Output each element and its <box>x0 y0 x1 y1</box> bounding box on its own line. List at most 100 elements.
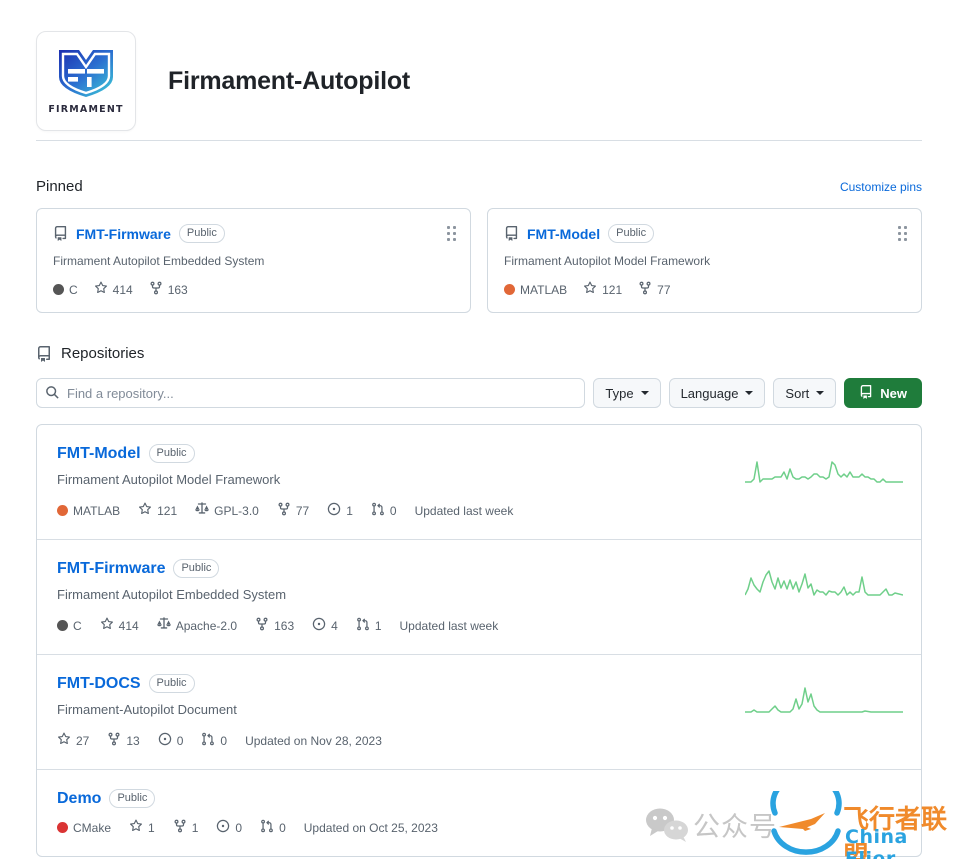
stars-meta[interactable]: 1 <box>129 819 155 836</box>
type-filter-button[interactable]: Type <box>593 378 661 408</box>
chevron-down-icon <box>640 391 649 395</box>
pulls-meta[interactable]: 0 <box>260 819 286 836</box>
fork-count: 13 <box>126 733 140 748</box>
language-label: C <box>69 282 78 297</box>
star-icon <box>100 617 114 634</box>
updated-time: Updated on Oct 25, 2023 <box>303 820 438 835</box>
law-scale-icon <box>195 502 210 519</box>
stars-meta[interactable]: 414 <box>94 281 133 298</box>
language-color-dot <box>504 284 515 295</box>
repository-info: FMT-Model Public Firmament Autopilot Mod… <box>57 444 745 519</box>
pinned-repo-link[interactable]: FMT-Firmware <box>76 226 171 242</box>
table-row[interactable]: Demo Public CMake 1 1 0 0 Updated on Oct… <box>37 769 921 856</box>
license-meta: Apache-2.0 <box>156 617 238 634</box>
repository-meta: MATLAB 121 GPL-3.0 77 1 0 Updated last w… <box>57 502 745 519</box>
table-row[interactable]: FMT-Firmware Public Firmament Autopilot … <box>37 539 921 654</box>
language-filter-button[interactable]: Language <box>668 378 766 408</box>
star-icon <box>138 502 152 519</box>
pinned-card-description: Firmament Autopilot Embedded System <box>53 254 265 268</box>
forks-meta[interactable]: 77 <box>638 281 671 298</box>
license-label: Apache-2.0 <box>175 618 238 633</box>
issue-count: 0 <box>235 820 243 835</box>
repository-description: Firmament Autopilot Embedded System <box>57 587 287 602</box>
law-scale-icon <box>156 617 171 634</box>
language-color-dot <box>57 505 68 516</box>
pinned-grid: FMT-Firmware Public Firmament Autopilot … <box>36 208 922 313</box>
forks-meta[interactable]: 77 <box>277 502 309 519</box>
pinned-card-meta: MATLAB 121 77 <box>504 281 905 298</box>
repository-link[interactable]: FMT-Model <box>57 445 141 463</box>
repositories-header: Repositories <box>36 345 922 362</box>
pinned-card[interactable]: FMT-Model Public Firmament Autopilot Mod… <box>487 208 922 313</box>
stars-meta[interactable]: 27 <box>57 732 89 749</box>
issue-count: 0 <box>176 733 184 748</box>
pulls-meta[interactable]: 0 <box>201 732 227 749</box>
issues-meta[interactable]: 0 <box>216 819 242 836</box>
language-color-dot <box>57 620 68 631</box>
forks-meta[interactable]: 1 <box>173 819 198 836</box>
repository-meta: 27 13 0 0 Updated on Nov 28, 2023 <box>57 732 745 749</box>
avatar-logo-word: FIRMAMENT <box>48 104 124 115</box>
forks-meta[interactable]: 13 <box>107 732 140 749</box>
repository-link[interactable]: FMT-DOCS <box>57 675 141 693</box>
avatar[interactable]: FIRMAMENT <box>36 31 136 131</box>
fork-icon <box>255 617 269 634</box>
pinned-card-title-row: FMT-Model Public <box>504 224 907 243</box>
profile-page: FIRMAMENT Firmament-Autopilot Pinned Cus… <box>0 0 958 859</box>
repository-title-row: Demo Public <box>57 789 745 808</box>
search-input[interactable] <box>36 378 586 408</box>
language-meta: MATLAB <box>504 283 567 297</box>
chevron-down-icon <box>745 391 754 395</box>
pinned-card-title-row: FMT-Firmware Public <box>53 224 456 243</box>
fork-count: 163 <box>274 618 295 633</box>
star-icon <box>583 281 597 298</box>
language-label: MATLAB <box>520 282 568 297</box>
forks-meta[interactable]: 163 <box>149 281 188 298</box>
visibility-badge: Public <box>109 789 156 808</box>
sort-filter-button[interactable]: Sort <box>773 378 837 408</box>
repo-icon <box>53 226 68 241</box>
star-count: 121 <box>602 282 623 297</box>
issue-count: 1 <box>346 503 353 518</box>
language-filter-label: Language <box>680 385 739 401</box>
repositories-filter-bar: Type Language Sort New <box>36 378 922 408</box>
chevron-down-icon <box>816 391 825 395</box>
header-divider <box>36 140 922 141</box>
visibility-badge: Public <box>608 224 655 243</box>
fork-count: 77 <box>657 282 671 297</box>
drag-handle-icon[interactable] <box>898 226 907 241</box>
pinned-card[interactable]: FMT-Firmware Public Firmament Autopilot … <box>36 208 471 313</box>
stars-meta[interactable]: 121 <box>583 281 622 298</box>
pinned-header: Pinned Customize pins <box>36 178 922 195</box>
table-row[interactable]: FMT-Model Public Firmament Autopilot Mod… <box>37 425 921 539</box>
pulls-meta[interactable]: 0 <box>371 502 397 519</box>
repository-link[interactable]: FMT-Firmware <box>57 560 165 578</box>
issues-meta[interactable]: 1 <box>327 502 353 519</box>
language-meta: CMake <box>57 821 111 835</box>
stars-meta[interactable]: 121 <box>138 502 177 519</box>
pulls-meta[interactable]: 1 <box>356 617 382 634</box>
repo-icon <box>36 345 52 362</box>
fork-icon <box>149 281 163 298</box>
issues-meta[interactable]: 4 <box>312 617 338 634</box>
stars-meta[interactable]: 414 <box>100 617 139 634</box>
table-row[interactable]: FMT-DOCS Public Firmament-Autopilot Docu… <box>37 654 921 769</box>
star-count: 121 <box>157 503 178 518</box>
new-repository-label: New <box>880 385 907 401</box>
repository-info: FMT-DOCS Public Firmament-Autopilot Docu… <box>57 674 745 749</box>
pull-count: 0 <box>389 503 397 518</box>
fork-icon <box>173 819 187 836</box>
language-color-dot <box>57 822 68 833</box>
issues-meta[interactable]: 0 <box>158 732 184 749</box>
repository-list: FMT-Model Public Firmament Autopilot Mod… <box>36 424 922 857</box>
new-repository-button[interactable]: New <box>844 378 922 408</box>
drag-handle-icon[interactable] <box>447 226 456 241</box>
commit-activity-sparkline <box>745 684 905 723</box>
forks-meta[interactable]: 163 <box>255 617 294 634</box>
repository-title-row: FMT-Firmware Public <box>57 559 745 578</box>
pinned-repo-link[interactable]: FMT-Model <box>527 226 600 242</box>
customize-pins-link[interactable]: Customize pins <box>840 180 922 194</box>
pinned-card-meta: C 414 163 <box>53 281 454 298</box>
repository-link[interactable]: Demo <box>57 790 101 808</box>
star-icon <box>57 732 71 749</box>
